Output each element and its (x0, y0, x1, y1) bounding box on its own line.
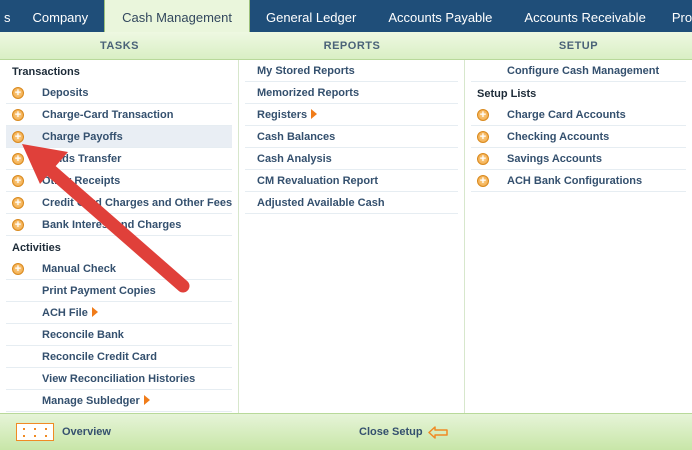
add-icon[interactable]: + (12, 219, 24, 231)
tab-company[interactable]: Company (17, 0, 105, 32)
overview-grid-icon[interactable] (16, 423, 54, 441)
task-charge-payoffs[interactable]: + Charge Payoffs (6, 126, 232, 148)
report-cm-revaluation[interactable]: CM Revaluation Report (245, 170, 458, 192)
report-registers[interactable]: Registers (245, 104, 458, 126)
task-bank-interest[interactable]: + Bank Interest and Charges (6, 214, 232, 236)
task-label: Reconcile Bank (42, 329, 124, 341)
overview-link[interactable]: Overview (62, 414, 111, 450)
setup-header: SETUP (465, 32, 692, 60)
reports-column: My Stored Reports Memorized Reports Regi… (239, 60, 465, 413)
task-funds-transfer[interactable]: + Funds Transfer (6, 148, 232, 170)
activities-heading: Activities (12, 242, 61, 254)
tab-partial-right[interactable]: Pro (662, 0, 692, 32)
report-label: Registers (257, 109, 308, 121)
task-other-receipts[interactable]: + Other Receipts (6, 170, 232, 192)
task-label: Funds Transfer (42, 153, 122, 165)
task-deposits[interactable]: + Deposits (6, 82, 232, 104)
add-icon[interactable]: + (12, 197, 24, 209)
add-icon[interactable]: + (477, 131, 489, 143)
task-label: Bank Interest and Charges (42, 219, 182, 231)
tab-general-ledger[interactable]: General Ledger (250, 0, 372, 32)
setup-charge-card-accounts[interactable]: + Charge Card Accounts (471, 104, 686, 126)
task-credit-card-charges[interactable]: + Credit Card Charges and Other Fees (6, 192, 232, 214)
add-icon[interactable]: + (12, 87, 24, 99)
add-icon[interactable]: + (477, 175, 489, 187)
main-nav: s Company Cash Management General Ledger… (0, 0, 692, 32)
setup-ach-bank-configurations[interactable]: + ACH Bank Configurations (471, 170, 686, 192)
add-icon[interactable]: + (477, 109, 489, 121)
task-label: Charge-Card Transaction (42, 109, 174, 121)
report-cash-balances[interactable]: Cash Balances (245, 126, 458, 148)
tab-cash-management[interactable]: Cash Management (104, 0, 250, 32)
add-icon[interactable]: + (477, 153, 489, 165)
task-manage-subledger[interactable]: Manage Subledger (6, 390, 232, 412)
tab-accounts-receivable[interactable]: Accounts Receivable (508, 0, 661, 32)
bottom-bar: Overview Close Setup (0, 413, 692, 450)
task-reconcile-credit-card[interactable]: Reconcile Credit Card (6, 346, 232, 368)
close-setup-link[interactable]: Close Setup (359, 414, 423, 450)
setup-checking-accounts[interactable]: + Checking Accounts (471, 126, 686, 148)
task-charge-card-transaction[interactable]: + Charge-Card Transaction (6, 104, 232, 126)
task-label: Manage Subledger (42, 395, 140, 407)
report-my-stored-reports[interactable]: My Stored Reports (245, 60, 458, 82)
tasks-header: TASKS (0, 32, 239, 60)
reports-header: REPORTS (239, 32, 465, 60)
task-ach-file[interactable]: ACH File (6, 302, 232, 324)
tab-partial-left[interactable]: s (0, 0, 17, 32)
task-label: Reconcile Credit Card (42, 351, 157, 363)
task-label: Print Payment Copies (42, 285, 156, 297)
setup-column: Configure Cash Management Setup Lists + C… (465, 60, 692, 413)
submenu-arrow-icon (143, 395, 150, 405)
configure-cash-management-link[interactable]: Configure Cash Management (471, 60, 686, 82)
task-manual-check[interactable]: + Manual Check (6, 258, 232, 280)
task-label: Other Receipts (42, 175, 121, 187)
report-memorized-reports[interactable]: Memorized Reports (245, 82, 458, 104)
task-label: Credit Card Charges and Other Fees (42, 197, 233, 209)
add-icon[interactable]: + (12, 131, 24, 143)
report-adjusted-available-cash[interactable]: Adjusted Available Cash (245, 192, 458, 214)
tab-accounts-payable[interactable]: Accounts Payable (372, 0, 508, 32)
transactions-heading: Transactions (12, 66, 80, 78)
setup-savings-accounts[interactable]: + Savings Accounts (471, 148, 686, 170)
tasks-column: Transactions + Deposits + Charge-Card Tran… (0, 60, 239, 413)
setup-label: Checking Accounts (507, 131, 610, 143)
submenu-arrow-icon (91, 307, 98, 317)
report-cash-analysis[interactable]: Cash Analysis (245, 148, 458, 170)
task-view-reconciliation-histories[interactable]: View Reconciliation Histories (6, 368, 232, 390)
task-label: Charge Payoffs (42, 131, 123, 143)
setup-label: Savings Accounts (507, 153, 602, 165)
add-icon[interactable]: + (12, 175, 24, 187)
task-print-payment-copies[interactable]: Print Payment Copies (6, 280, 232, 302)
add-icon[interactable]: + (12, 153, 24, 165)
add-icon[interactable]: + (12, 263, 24, 275)
task-reconcile-bank[interactable]: Reconcile Bank (6, 324, 232, 346)
task-label: ACH File (42, 307, 88, 319)
setup-label: Charge Card Accounts (507, 109, 626, 121)
back-arrow-icon[interactable] (428, 426, 448, 439)
task-label: Deposits (42, 87, 89, 99)
submenu-arrow-icon (311, 109, 318, 119)
task-label: View Reconciliation Histories (42, 373, 196, 385)
setup-lists-heading: Setup Lists (477, 88, 537, 100)
setup-label: ACH Bank Configurations (507, 175, 643, 187)
add-icon[interactable]: + (12, 109, 24, 121)
task-label: Manual Check (42, 263, 116, 275)
